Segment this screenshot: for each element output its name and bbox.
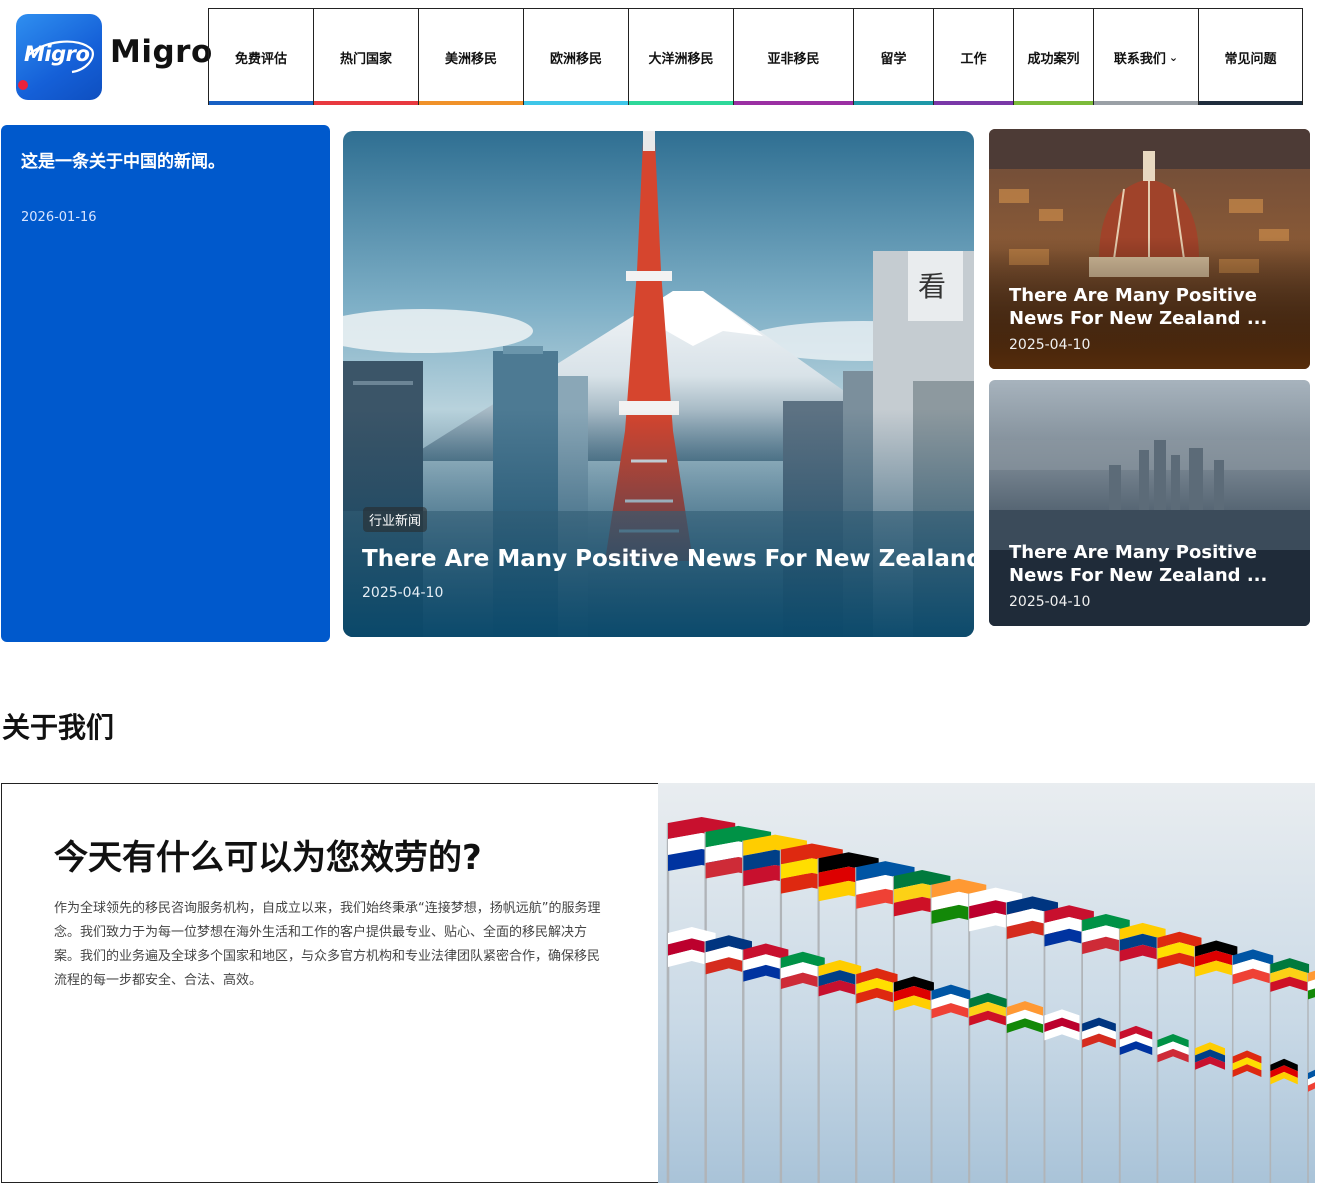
nav-item-10[interactable]: 联系我们 ⌄ [1093, 9, 1198, 105]
main-nav: 免费评估 热门国家 美洲移民 欧洲移民 大洋洲移民 亚非移民 留学 工作 成功案列 联系我们 ⌄ 常见… [208, 8, 1303, 105]
site-header: Migro Migro 免费评估 热门国家 美洲移民 欧洲移民 大洋洲移民 亚非移民 留学 工… [0, 0, 1331, 110]
nav-item-label: 免费评估 [234, 51, 287, 67]
side-news-title-1[interactable]: There Are Many Positive News For New Zea… [1009, 284, 1309, 330]
about-heading: 关于我们 [2, 711, 115, 744]
nav-item-label: 联系我们 [1113, 51, 1166, 67]
florence-dome-image [989, 129, 1310, 369]
nav-item-underline [854, 101, 933, 105]
nav-item-7[interactable]: 留学 [853, 9, 933, 105]
nav-item-5[interactable]: 大洋洲移民 [628, 9, 733, 105]
side-news-date-1: 2025-04-10 [1009, 337, 1091, 353]
nav-item-label: 成功案列 [1027, 51, 1080, 67]
featured-news-card[interactable]: 这是一条关于中国的新闻。 2026-01-16 [1, 125, 330, 642]
side-news-card-1[interactable]: There Are Many Positive News For New Zea… [989, 129, 1310, 369]
side-news-date-2: 2025-04-10 [1009, 594, 1091, 610]
nav-item-4[interactable]: 欧洲移民 [523, 9, 628, 105]
nav-item-6[interactable]: 亚非移民 [733, 9, 853, 105]
nav-item-3[interactable]: 美洲移民 [418, 9, 523, 105]
nav-item-label: 欧洲移民 [549, 51, 602, 67]
nav-item-underline [419, 101, 523, 105]
about-title: 今天有什么可以为您效劳的? [54, 838, 482, 878]
about-description: 作为全球领先的移民咨询服务机构，自成立以来，我们始终秉承“连接梦想，扬帆远航”的… [54, 901, 601, 988]
flags-image [658, 783, 1315, 1183]
side-news-card-2[interactable]: There Are Many Positive News For New Zea… [989, 380, 1310, 626]
nav-item-label: 美洲移民 [444, 51, 497, 67]
nav-item-label: 工作 [960, 51, 987, 67]
nav-item-2[interactable]: 热门国家 [313, 9, 418, 105]
nav-item-label: 留学 [880, 51, 907, 67]
featured-news-date: 2026-01-16 [21, 210, 97, 225]
chevron-down-icon: ⌄ [1168, 50, 1179, 64]
nav-item-underline [629, 101, 733, 105]
about-text-panel: 今天有什么可以为您效劳的? 作为全球领先的移民咨询服务机构，自成立以来，我们始终… [1, 783, 658, 1183]
nav-item-1[interactable]: 免费评估 [208, 9, 313, 105]
hero-news-card[interactable]: 看 行业新闻 There Are Many Positive News For … [343, 131, 974, 637]
nav-item-label: 常见问题 [1224, 51, 1277, 67]
hero-news-title[interactable]: There Are Many Positive News For New Zea… [362, 546, 974, 572]
nav-item-9[interactable]: 成功案列 [1013, 9, 1093, 105]
hero-news-date: 2025-04-10 [362, 585, 444, 601]
nav-item-underline [1014, 101, 1093, 105]
nav-item-8[interactable]: 工作 [933, 9, 1013, 105]
city-skyline-image [989, 380, 1310, 626]
logo-dot [18, 80, 28, 90]
nav-item-underline [734, 101, 853, 105]
nav-item-underline [1199, 101, 1302, 105]
nav-item-11[interactable]: 常见问题 [1198, 9, 1303, 105]
nav-item-underline [524, 101, 628, 105]
nav-item-label: 大洋洲移民 [648, 51, 714, 67]
side-news-title-2[interactable]: There Are Many Positive News For New Zea… [1009, 541, 1309, 587]
migro-logo[interactable]: Migro [16, 14, 102, 100]
nav-item-underline [314, 101, 418, 105]
flags-illustration [658, 783, 1315, 1183]
nav-item-underline [209, 101, 313, 105]
featured-news-title[interactable]: 这是一条关于中国的新闻。 [21, 147, 310, 172]
nav-item-underline [934, 101, 1013, 105]
nav-item-underline [1094, 101, 1198, 105]
brand-name[interactable]: Migro [110, 34, 213, 70]
logo-text: Migro [24, 42, 90, 66]
nav-item-label: 亚非移民 [767, 51, 820, 67]
nav-item-label: 热门国家 [339, 51, 392, 67]
hero-news-tag[interactable]: 行业新闻 [363, 507, 428, 532]
